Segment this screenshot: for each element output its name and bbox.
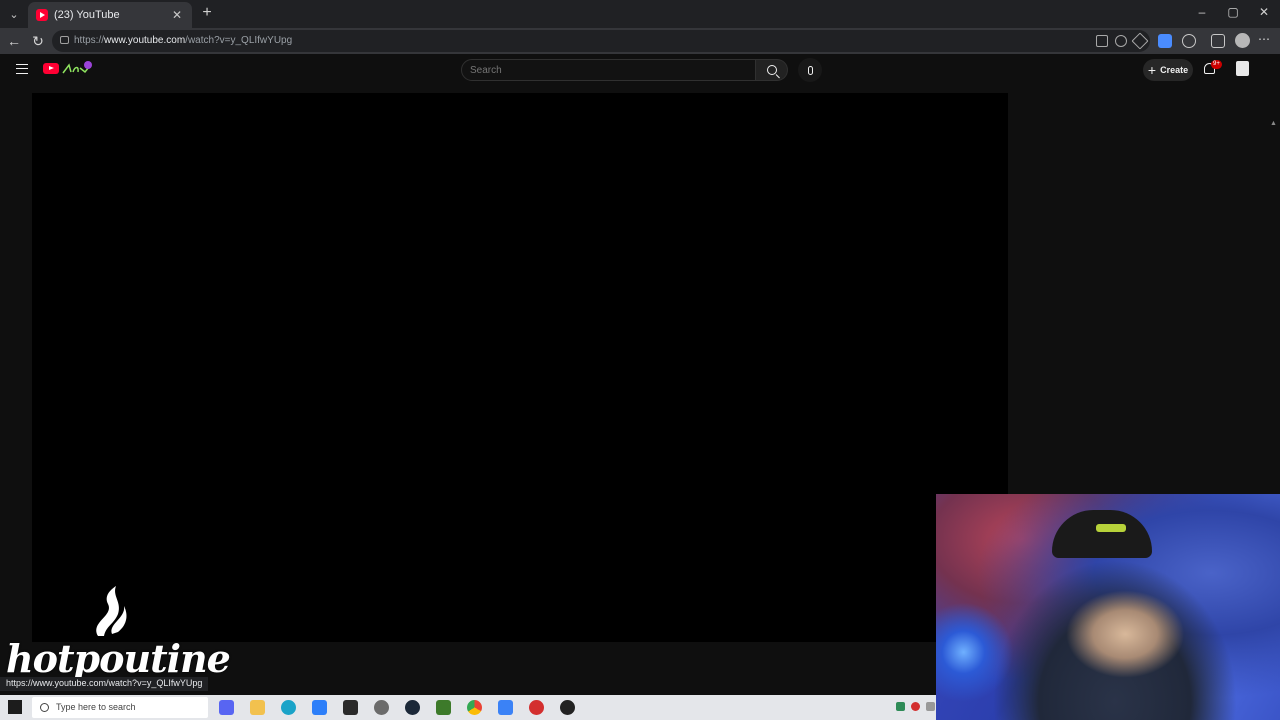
steam-swirl-logo bbox=[96, 586, 127, 636]
account-avatar[interactable] bbox=[1236, 61, 1249, 76]
zoom-icon[interactable] bbox=[1115, 35, 1127, 47]
tray-nvidia-icon[interactable] bbox=[896, 702, 905, 711]
new-tab-button[interactable]: + bbox=[198, 4, 216, 22]
voice-search-button[interactable] bbox=[798, 58, 822, 82]
obs-icon[interactable] bbox=[560, 700, 575, 715]
browser-toolbar: ← ↻ https://www.youtube.com/watch?v=y_QL… bbox=[0, 28, 1280, 54]
scroll-up-arrow-icon[interactable]: ▲ bbox=[1270, 120, 1277, 127]
minimize-button[interactable]: – bbox=[1192, 5, 1212, 19]
search-input[interactable] bbox=[462, 60, 755, 81]
url-text[interactable]: https://www.youtube.com/watch?v=y_QLIfwY… bbox=[74, 35, 292, 46]
taskbar-search[interactable]: Type here to search bbox=[32, 697, 208, 718]
guide-menu-icon[interactable] bbox=[16, 64, 28, 74]
extensions-puzzle-icon[interactable] bbox=[1211, 34, 1225, 48]
app-icon[interactable] bbox=[498, 700, 513, 715]
tab-search-chevron-icon[interactable]: ⌄ bbox=[4, 4, 24, 24]
plus-icon: + bbox=[1147, 62, 1157, 78]
youtube-masthead: + Create 9+ ▲ bbox=[0, 54, 1280, 127]
steam-icon[interactable] bbox=[405, 700, 420, 715]
windows-start-icon[interactable] bbox=[8, 700, 22, 714]
search-button[interactable] bbox=[756, 59, 788, 81]
browser-tab-strip: ⌄ (23) YouTube ✕ + – ▢ ✕ bbox=[0, 0, 1280, 28]
youtube-favicon-icon bbox=[36, 9, 48, 21]
reload-icon[interactable]: ↻ bbox=[29, 32, 47, 50]
settings-icon[interactable] bbox=[374, 700, 389, 715]
file-explorer-icon[interactable] bbox=[250, 700, 265, 715]
browser-icon[interactable] bbox=[312, 700, 327, 715]
address-bar[interactable]: https://www.youtube.com/watch?v=y_QLIfwY… bbox=[52, 30, 1150, 52]
site-info-icon[interactable] bbox=[60, 36, 69, 44]
link-status-bubble: https://www.youtube.com/watch?v=y_QLIfwY… bbox=[0, 677, 209, 691]
record-icon[interactable] bbox=[529, 700, 544, 715]
create-button[interactable]: + Create bbox=[1143, 59, 1193, 81]
chrome-icon[interactable] bbox=[467, 700, 482, 715]
minecraft-icon[interactable] bbox=[436, 700, 451, 715]
tab-close-icon[interactable]: ✕ bbox=[170, 8, 184, 22]
tray-app-icon[interactable] bbox=[926, 702, 935, 711]
profile-avatar[interactable] bbox=[1235, 33, 1250, 48]
browser-menu-icon[interactable]: ⋯ bbox=[1258, 32, 1270, 46]
edge-icon[interactable] bbox=[281, 700, 296, 715]
epic-games-icon[interactable] bbox=[343, 700, 358, 715]
search-icon bbox=[766, 65, 777, 75]
sync-icon[interactable] bbox=[1182, 34, 1196, 48]
close-window-button[interactable]: ✕ bbox=[1254, 5, 1274, 19]
app-install-icon[interactable] bbox=[1096, 35, 1108, 47]
tab-youtube[interactable]: (23) YouTube ✕ bbox=[28, 2, 192, 28]
video-player[interactable] bbox=[32, 93, 1008, 642]
youtube-logo[interactable] bbox=[43, 63, 59, 74]
youtube-doodle-logo[interactable] bbox=[61, 60, 93, 76]
search-box[interactable] bbox=[461, 59, 756, 81]
notification-count-badge: 9+ bbox=[1211, 60, 1222, 69]
streamer-cap bbox=[1052, 510, 1152, 558]
webcam-overlay bbox=[936, 494, 1280, 720]
cap-logo bbox=[1096, 524, 1126, 532]
maximize-button[interactable]: ▢ bbox=[1223, 5, 1243, 19]
back-arrow-icon[interactable]: ← bbox=[5, 32, 23, 50]
tab-title: (23) YouTube bbox=[54, 9, 120, 21]
extension-icon[interactable] bbox=[1158, 34, 1172, 48]
create-label: Create bbox=[1160, 65, 1189, 75]
channel-brand-text: hotpoutine bbox=[6, 636, 231, 681]
tray-record-icon[interactable] bbox=[911, 702, 920, 711]
page-scrollbar[interactable]: ▲ bbox=[1270, 112, 1277, 127]
windows-taskbar: Type here to search bbox=[0, 695, 936, 720]
discord-icon[interactable] bbox=[219, 700, 234, 715]
bookmark-star-icon[interactable] bbox=[1131, 32, 1149, 50]
microphone-icon bbox=[807, 65, 813, 75]
